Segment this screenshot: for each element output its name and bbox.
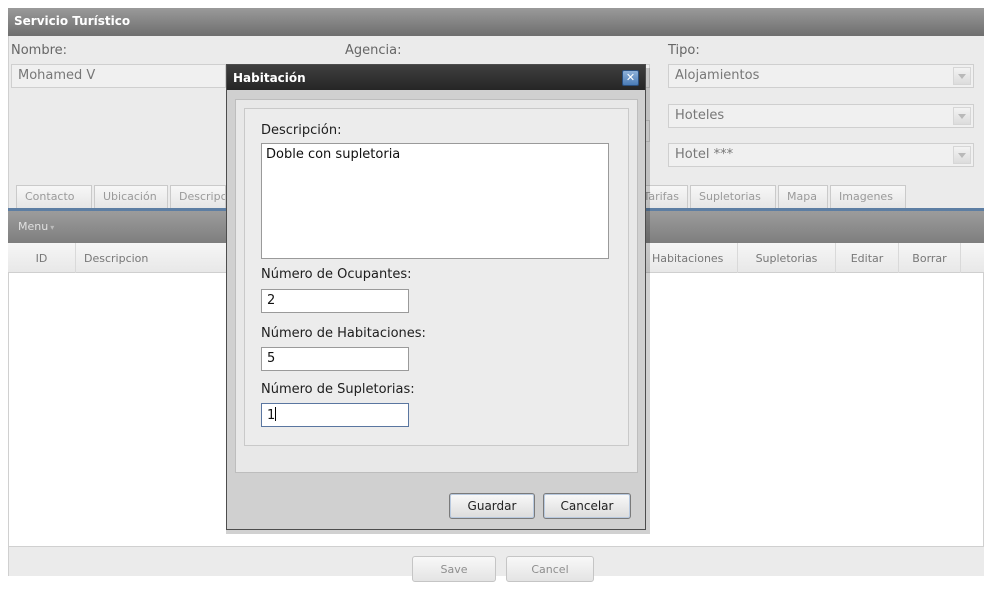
chevron-down-icon[interactable] — [953, 146, 971, 164]
chevron-down-icon[interactable] — [953, 107, 971, 125]
save-button[interactable]: Save — [412, 556, 496, 582]
tab-descripcion[interactable]: Descripción — [170, 185, 226, 208]
column-header-editar[interactable]: Editar — [836, 243, 899, 273]
text-caret — [275, 407, 277, 421]
habitacion-dialog: Habitación ✕ Descripción: Doble con supl… — [226, 64, 646, 530]
dialog-body: Descripción: Doble con supletoria Número… — [235, 99, 638, 473]
column-header-descripcion[interactable]: Descripcion — [84, 243, 244, 273]
supletorias-input[interactable]: 1 — [261, 403, 409, 427]
tab-mapa[interactable]: Mapa — [778, 185, 828, 208]
nombre-label: Nombre: — [11, 43, 68, 58]
tab-supletorias[interactable]: Supletorias — [690, 185, 776, 208]
agencia-label: Agencia: — [345, 43, 402, 58]
dialog-title[interactable]: Habitación — [227, 65, 645, 90]
column-header-supletorias[interactable]: Supletorias — [738, 243, 836, 273]
menu-button[interactable]: Menu — [18, 220, 48, 233]
panel-title: Servicio Turístico — [8, 8, 984, 36]
descripcion-textarea[interactable]: Doble con supletoria — [261, 143, 609, 259]
subtipo-combo[interactable]: Hoteles — [668, 104, 974, 128]
tab-contacto[interactable]: Contacto — [16, 185, 92, 208]
column-header-borrar[interactable]: Borrar — [899, 243, 961, 273]
dialog-form: Descripción: Doble con supletoria Número… — [244, 108, 629, 446]
tab-ubicacion[interactable]: Ubicación — [94, 185, 168, 208]
descripcion-label: Descripción: — [261, 123, 342, 138]
close-icon[interactable]: ✕ — [622, 70, 639, 86]
nombre-field[interactable]: Mohamed V — [11, 64, 226, 88]
tipo-label: Tipo: — [668, 43, 700, 58]
ocupantes-label: Número de Ocupantes: — [261, 267, 412, 282]
tab-imagenes[interactable]: Imagenes — [830, 185, 906, 208]
categoria-combo-value: Hotel *** — [675, 147, 734, 162]
categoria-combo[interactable]: Hotel *** — [668, 143, 974, 167]
tipo-combo-value: Alojamientos — [675, 68, 760, 83]
ocupantes-input[interactable]: 2 — [261, 289, 409, 313]
column-header-habitaciones[interactable]: Habitaciones — [644, 243, 738, 273]
cancelar-button[interactable]: Cancelar — [543, 493, 631, 519]
chevron-down-icon[interactable] — [953, 67, 971, 85]
column-header-id[interactable]: ID — [8, 243, 76, 273]
subtipo-combo-value: Hoteles — [675, 108, 725, 123]
guardar-button[interactable]: Guardar — [449, 493, 535, 519]
supletorias-label: Número de Supletorias: — [261, 382, 415, 397]
habitaciones-input[interactable]: 5 — [261, 347, 409, 371]
supletorias-input-value: 1 — [267, 408, 276, 423]
habitaciones-label: Número de Habitaciones: — [261, 326, 426, 341]
cancel-button[interactable]: Cancel — [506, 556, 594, 582]
chevron-down-icon[interactable]: ▾ — [50, 223, 54, 232]
tipo-combo[interactable]: Alojamientos — [668, 64, 974, 88]
